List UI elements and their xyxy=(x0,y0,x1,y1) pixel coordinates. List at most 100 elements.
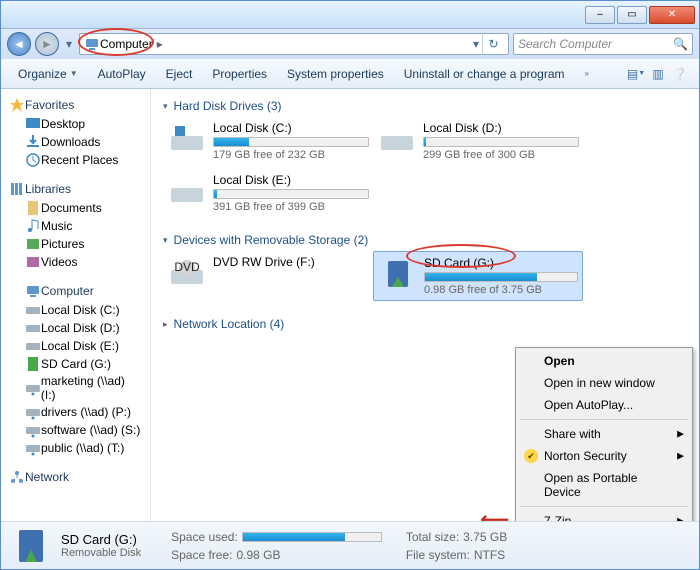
sidebar-item-net-drivers[interactable]: drivers (\\ad) (P:) xyxy=(1,403,150,421)
status-fs-value: NTFS xyxy=(474,548,505,562)
svg-text:DVD: DVD xyxy=(174,260,200,274)
sidebar-computer[interactable]: Computer xyxy=(5,281,146,301)
ctx-open[interactable]: Open xyxy=(518,350,690,372)
star-icon xyxy=(9,97,25,113)
preview-pane-button[interactable]: ▥ xyxy=(647,63,669,85)
network-drive-icon xyxy=(25,440,41,456)
disk-icon xyxy=(25,302,41,318)
status-total-label: Total size: xyxy=(406,530,459,544)
search-placeholder: Search Computer xyxy=(518,37,612,51)
music-icon xyxy=(25,218,41,234)
uninstall-button[interactable]: Uninstall or change a program xyxy=(395,62,574,86)
sidebar-item-videos[interactable]: Videos xyxy=(1,253,150,271)
sidebar-item-pictures[interactable]: Pictures xyxy=(1,235,150,253)
sidebar-item-disk-e[interactable]: Local Disk (E:) xyxy=(1,337,150,355)
nav-history-dropdown[interactable]: ▾ xyxy=(63,33,75,55)
address-field[interactable]: Computer ▸ ▾ ↻ xyxy=(79,33,509,55)
status-drive-name: SD Card (G:) xyxy=(61,532,141,547)
hdd-icon xyxy=(169,176,205,206)
status-fs-label: File system: xyxy=(406,548,470,562)
status-used-label: Space used: xyxy=(171,530,238,544)
status-bar: SD Card (G:) Removable Disk Space used: … xyxy=(1,521,699,569)
drive-local-d[interactable]: Local Disk (D:)299 GB free of 300 GB xyxy=(373,117,583,165)
drive-sdcard[interactable]: SD Card (G:)0.98 GB free of 3.75 GB xyxy=(373,251,583,301)
properties-button[interactable]: Properties xyxy=(203,62,276,86)
toolbar: Organize▼ AutoPlay Eject Properties Syst… xyxy=(1,59,699,89)
drive-local-c[interactable]: Local Disk (C:)179 GB free of 232 GB xyxy=(163,117,373,165)
videos-icon xyxy=(25,254,41,270)
search-icon: 🔍 xyxy=(673,37,688,51)
sidebar-item-net-marketing[interactable]: marketing (\\ad) (I:) xyxy=(1,373,150,403)
address-bar: ◄ ► ▾ Computer ▸ ▾ ↻ Search Computer 🔍 xyxy=(1,29,699,59)
organize-button[interactable]: Organize▼ xyxy=(9,62,87,86)
sidebar-item-net-public[interactable]: public (\\ad) (T:) xyxy=(1,439,150,457)
ctx-norton[interactable]: ✔Norton Security▶ xyxy=(518,445,690,467)
sidebar-item-music[interactable]: Music xyxy=(1,217,150,235)
norton-shield-icon: ✔ xyxy=(524,449,538,463)
documents-icon xyxy=(25,200,41,216)
network-drive-icon xyxy=(25,380,41,396)
status-drive-type: Removable Disk xyxy=(61,547,141,559)
search-input[interactable]: Search Computer 🔍 xyxy=(513,33,693,55)
chevron-right-icon: ▸ xyxy=(157,37,163,51)
ctx-open-autoplay[interactable]: Open AutoPlay... xyxy=(518,394,690,416)
libraries-icon xyxy=(9,181,25,197)
autoplay-button[interactable]: AutoPlay xyxy=(89,62,155,86)
separator xyxy=(520,506,688,507)
recent-icon xyxy=(25,152,41,168)
eject-button[interactable]: Eject xyxy=(157,62,202,86)
refresh-button[interactable]: ↻ xyxy=(482,33,504,55)
ctx-share-with[interactable]: Share with▶ xyxy=(518,423,690,445)
view-button[interactable]: ▤▼ xyxy=(625,63,647,85)
sidebar-item-recent[interactable]: Recent Places xyxy=(1,151,150,169)
navigation-pane: Favorites Desktop Downloads Recent Place… xyxy=(1,89,151,521)
network-drive-icon xyxy=(25,404,41,420)
downloads-icon xyxy=(25,134,41,150)
sidebar-libraries[interactable]: Libraries xyxy=(1,179,150,199)
section-network-header[interactable]: ▸Network Location (4) xyxy=(163,315,687,333)
status-total-value: 3.75 GB xyxy=(463,530,507,544)
maximize-button[interactable]: ▭ xyxy=(617,6,647,24)
separator xyxy=(520,419,688,420)
network-icon xyxy=(9,469,25,485)
sidebar-item-downloads[interactable]: Downloads xyxy=(1,133,150,151)
sidebar-item-net-software[interactable]: software (\\ad) (S:) xyxy=(1,421,150,439)
forward-button[interactable]: ► xyxy=(35,32,59,56)
minimize-button[interactable]: – xyxy=(585,6,615,24)
drive-local-e[interactable]: Local Disk (E:)391 GB free of 399 GB xyxy=(163,169,373,217)
status-free-value: 0.98 GB xyxy=(236,548,280,562)
dvd-icon: DVD xyxy=(169,258,205,288)
hdd-icon xyxy=(379,124,415,154)
titlebar: – ▭ ✕ xyxy=(1,1,699,29)
sidebar-item-desktop[interactable]: Desktop xyxy=(1,115,150,133)
ctx-portable-device[interactable]: Open as Portable Device xyxy=(518,467,690,503)
sidebar-item-sdcard[interactable]: SD Card (G:) xyxy=(1,355,150,373)
section-hdd-header[interactable]: ▾Hard Disk Drives (3) xyxy=(163,97,687,115)
disk-icon xyxy=(25,338,41,354)
drive-dvd[interactable]: DVD DVD RW Drive (F:) xyxy=(163,251,373,301)
context-menu: Open Open in new window Open AutoPlay...… xyxy=(515,347,693,521)
ctx-7zip[interactable]: 7-Zip▶ xyxy=(518,510,690,521)
hdd-icon xyxy=(169,124,205,154)
computer-icon xyxy=(25,283,41,299)
sidebar-network[interactable]: Network xyxy=(1,467,150,487)
network-drive-icon xyxy=(25,422,41,438)
sdcard-icon xyxy=(380,259,416,289)
annotation-ellipse xyxy=(78,28,154,56)
sidebar-favorites[interactable]: Favorites xyxy=(1,95,150,115)
ctx-open-new-window[interactable]: Open in new window xyxy=(518,372,690,394)
help-button[interactable]: ❔ xyxy=(669,63,691,85)
annotation-ellipse xyxy=(406,244,516,268)
system-properties-button[interactable]: System properties xyxy=(278,62,393,86)
sidebar-item-disk-d[interactable]: Local Disk (D:) xyxy=(1,319,150,337)
pictures-icon xyxy=(25,236,41,252)
sidebar-item-documents[interactable]: Documents xyxy=(1,199,150,217)
desktop-icon xyxy=(25,116,41,132)
close-button[interactable]: ✕ xyxy=(649,6,695,24)
path-dropdown[interactable]: ▾ xyxy=(470,33,482,55)
back-button[interactable]: ◄ xyxy=(7,32,31,56)
disk-icon xyxy=(25,320,41,336)
toolbar-more-button[interactable]: » xyxy=(576,64,598,83)
sidebar-item-disk-c[interactable]: Local Disk (C:) xyxy=(1,301,150,319)
annotation-arrow: ⟵ xyxy=(480,507,509,521)
